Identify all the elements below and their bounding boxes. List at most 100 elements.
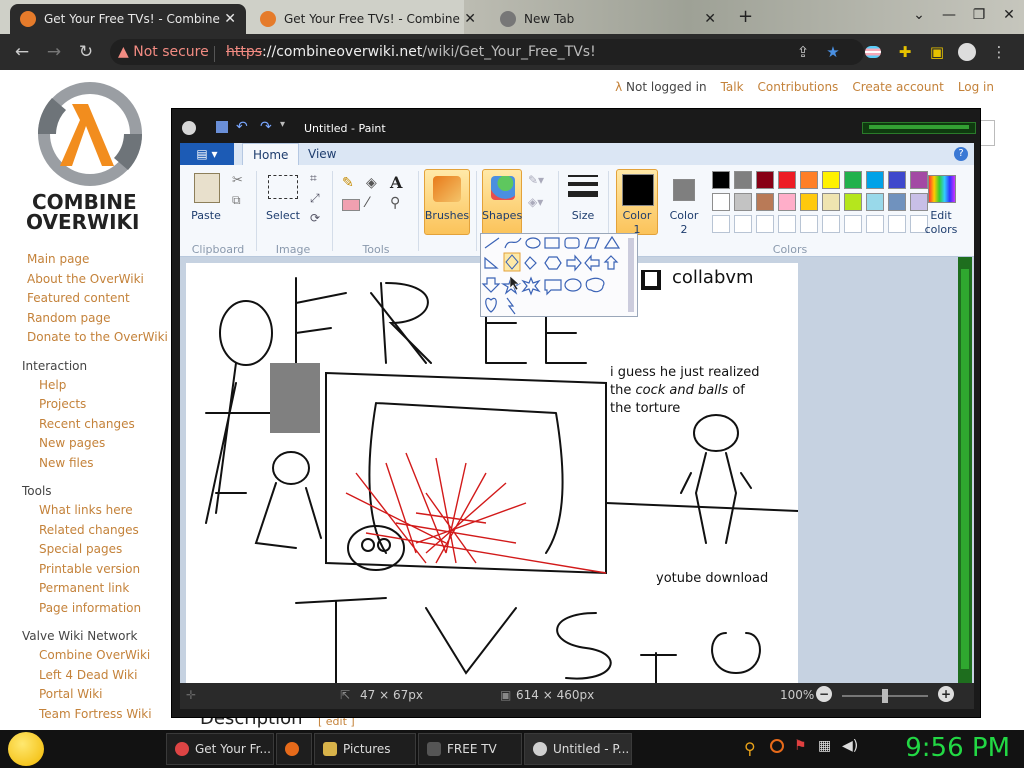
zoom-slider[interactable] [842,689,928,703]
help-icon[interactable]: ? [954,147,968,161]
zoom-in-icon[interactable]: + [938,686,954,702]
palette-custom-swatch[interactable] [844,215,862,233]
not-secure-indicator[interactable]: ▲ Not secure [118,44,209,60]
fill-bucket-icon[interactable]: ◈ [366,175,377,191]
interaction-projects[interactable]: Projects [39,397,86,411]
tools-what-links[interactable]: What links here [39,503,133,517]
pencil-icon[interactable]: ✎ [342,175,354,191]
network-tf[interactable]: Team Fortress Wiki [39,707,152,721]
palette-swatch[interactable] [756,171,774,189]
reload-icon[interactable]: ↻ [76,42,96,62]
color-picker-icon[interactable]: ⁄ [366,195,368,211]
palette-swatch[interactable] [866,171,884,189]
palette-custom-swatch[interactable] [712,215,730,233]
interaction-new-pages[interactable]: New pages [39,436,105,450]
vertical-scrollbar[interactable] [958,257,972,683]
nav-main-page[interactable]: Main page [27,252,89,266]
nav-about[interactable]: About the OverWiki [27,272,144,286]
palette-swatch[interactable] [888,171,906,189]
brushes-button[interactable] [424,169,470,235]
tools-permanent[interactable]: Permanent link [39,581,129,595]
network-l4d[interactable]: Left 4 Dead Wiki [39,668,137,682]
palette-custom-swatch[interactable] [778,215,796,233]
palette-custom-swatch[interactable] [800,215,818,233]
resize-icon[interactable]: ⤢ [310,191,320,206]
palette-swatch[interactable] [734,171,752,189]
palette-swatch[interactable] [800,193,818,211]
tools-special[interactable]: Special pages [39,542,122,556]
url-text[interactable]: https://combineoverwiki.net/wiki/Get_You… [226,44,596,60]
window-buttons[interactable] [862,122,976,134]
fill-icon[interactable]: ◈▾ [528,195,543,209]
redo-icon[interactable]: ↷ [260,119,272,135]
palette-custom-swatch[interactable] [888,215,906,233]
create-account-link[interactable]: Create account [852,80,944,94]
start-smiley-icon[interactable] [8,732,44,766]
bookmark-star-icon[interactable]: ★ [824,43,842,61]
palette-swatch[interactable] [800,171,818,189]
close-tab-icon[interactable]: ✕ [464,11,476,27]
save-icon[interactable] [216,121,228,133]
taskbar-item-firefox[interactable] [276,733,312,765]
palette-swatch[interactable] [712,171,730,189]
profile-avatar-icon[interactable] [958,43,976,61]
palette-custom-swatch[interactable] [734,215,752,233]
palette-swatch[interactable] [822,171,840,189]
outline-icon[interactable]: ✎▾ [528,173,544,187]
tab-home[interactable]: Home [242,143,300,165]
close-tab-icon[interactable]: ✕ [224,11,236,27]
minimize-icon[interactable]: — [934,0,964,30]
tab-search-icon[interactable]: ⌄ [904,0,934,30]
interaction-help[interactable]: Help [39,378,66,392]
text-tool-icon[interactable]: A [390,173,402,192]
network-overwiki[interactable]: Combine OverWiki [39,648,150,662]
interaction-recent[interactable]: Recent changes [39,417,135,431]
crop-icon[interactable]: ⌗ [310,171,317,186]
tools-page-info[interactable]: Page information [39,601,141,615]
new-tab-button[interactable]: + [738,6,753,27]
palette-swatch[interactable] [756,193,774,211]
close-tab-icon[interactable]: ✕ [704,11,716,27]
palette-swatch[interactable] [778,171,796,189]
magnifier-icon[interactable]: ⚲ [390,195,400,211]
shapes-button[interactable] [482,169,522,235]
talk-link[interactable]: Talk [721,80,744,94]
palette-swatch[interactable] [712,193,730,211]
rotate-icon[interactable]: ⟳ [310,211,320,225]
combine-overwiki-logo[interactable]: COMBINE OVERWIKI [22,80,162,234]
volume-icon[interactable]: ◀) [842,738,858,754]
restore-icon[interactable]: ❐ [964,0,994,30]
contributions-link[interactable]: Contributions [758,80,839,94]
tools-printable[interactable]: Printable version [39,562,140,576]
log-in-link[interactable]: Log in [958,80,994,94]
nav-random[interactable]: Random page [27,311,110,325]
taskbar-item-free-tv[interactable]: FREE TV [418,733,522,765]
palette-swatch[interactable] [844,193,862,211]
palette-swatch[interactable] [844,171,862,189]
tab-view[interactable]: View [298,143,346,165]
taskbar-item-chrome[interactable]: Get Your Fr... [166,733,274,765]
eraser-icon[interactable] [342,199,360,211]
drawing-canvas[interactable]: collabvm i guess he just realized the co… [186,263,798,683]
tools-related[interactable]: Related changes [39,523,139,537]
extensions-puzzle-icon[interactable]: ✚ [896,43,914,61]
close-window-icon[interactable]: ✕ [994,0,1024,30]
zoom-slider-thumb[interactable] [882,689,888,703]
palette-custom-swatch[interactable] [822,215,840,233]
scrollbar-thumb[interactable] [961,269,969,669]
share-icon[interactable]: ⇪ [794,43,812,61]
network-icon[interactable]: ▦ [818,738,831,754]
palette-swatch[interactable] [866,193,884,211]
palette-swatch[interactable] [734,193,752,211]
network-portal[interactable]: Portal Wiki [39,687,103,701]
tab-new[interactable]: New Tab ✕ [490,4,726,34]
quick-access-dropdown-icon[interactable]: ▾ [280,119,285,130]
menu-kebab-icon[interactable]: ⋮ [990,43,1008,61]
nav-featured[interactable]: Featured content [27,291,130,305]
palette-custom-swatch[interactable] [866,215,884,233]
taskbar-item-paint[interactable]: Untitled - P... [524,733,632,765]
side-panel-icon[interactable]: ▣ [928,43,946,61]
copy-icon[interactable]: ⧉ [232,193,241,208]
undo-icon[interactable]: ↶ [236,119,248,135]
nav-donate[interactable]: Donate to the OverWiki [27,330,168,344]
